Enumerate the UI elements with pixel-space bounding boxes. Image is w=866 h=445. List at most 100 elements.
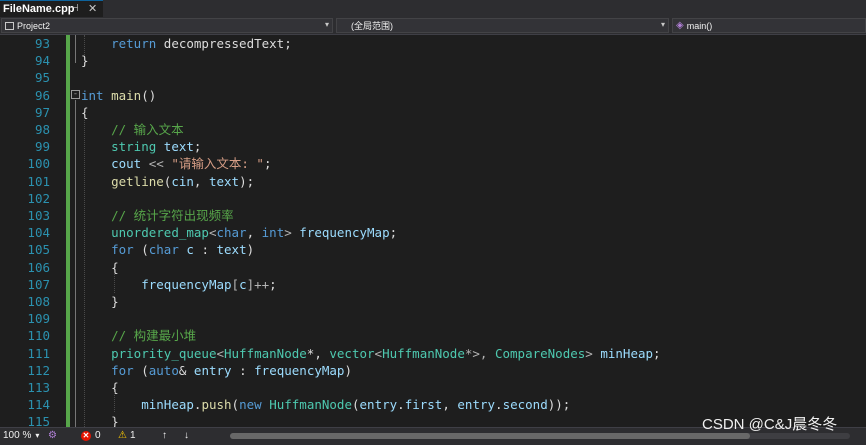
code-text: } [81,413,119,427]
code-line[interactable]: 110 // 构建最小堆 [0,327,866,344]
close-icon[interactable]: ✕ [88,2,97,15]
code-editor[interactable]: 93 return decompressedText; 94} 95 96 int ma… [0,35,866,427]
zoom-dropdown[interactable]: 100 % ▾ [3,430,39,441]
code-token: entry [457,397,496,413]
code-token: ( [231,397,240,413]
code-line[interactable]: 101 getline(cin, text); [0,173,866,190]
code-line[interactable]: 109 [0,310,866,327]
indent-guide [84,35,85,55]
code-token: HuffmanNode [269,397,352,413]
code-token: minHeap [600,345,654,361]
chevron-down-icon: ▾ [324,20,329,29]
zoom-level: 100 % [3,430,32,441]
code-token: ; [653,345,661,361]
code-text: { [81,104,89,121]
code-token: ; [193,139,202,155]
line-number: 108 [27,294,50,309]
code-text: for (auto& entry : frequencyMap) [81,362,352,379]
code-line[interactable]: 94} [0,52,866,69]
code-line[interactable]: 111 priority_queue<HuffmanNode*, vector<… [0,345,866,362]
code-line[interactable]: 106 { [0,259,866,276]
code-token: push [201,397,232,413]
pin-icon[interactable]: ⊣ [70,3,79,14]
code-line[interactable]: 102 [0,190,866,207]
code-token: } [81,53,89,69]
line-number: 101 [27,173,50,189]
code-token: char [148,242,179,258]
code-token: ; [263,156,272,172]
line-number: 103 [27,208,50,223]
code-token: HuffmanNode [382,345,465,361]
code-line[interactable]: 112 for (auto& entry : frequencyMap) [0,362,866,379]
code-line[interactable]: 114 minHeap.push(new HuffmanNode(entry.f… [0,396,866,413]
code-line[interactable]: 104 unordered_map<char, int> frequencyMa… [0,224,866,241]
next-issue-button[interactable]: ↓ [184,430,189,441]
code-token: *>, [464,345,495,361]
code-token: ]++ [246,276,270,292]
error-icon: ✕ [81,430,91,441]
code-token: main [111,87,142,103]
code-line[interactable]: 96 int main() [0,87,866,104]
project-dropdown-value: Project2 [17,20,51,31]
code-line[interactable]: 108 } [0,293,866,310]
arrow-down-icon: ↓ [184,430,189,441]
code-line[interactable]: 95 [0,69,866,86]
code-token: CompareNodes [494,345,586,361]
code-token: decompressedText; [156,36,292,51]
chevron-down-icon: ▾ [660,20,665,29]
code-line[interactable]: 93 return decompressedText; [0,35,866,52]
code-line[interactable]: 105 for (char c : text) [0,241,866,258]
code-token: { [81,104,89,120]
code-line[interactable]: 97 { [0,104,866,121]
code-token: entry [359,397,398,413]
code-text: // 输入文本 [81,121,184,138]
code-line[interactable]: 98 // 输入文本 [0,121,866,138]
code-line[interactable]: 99 string text; [0,138,866,155]
document-tab-strip: FileName.cpp ⊣ ✕ [0,0,866,18]
warnings-indicator[interactable]: ⚠ 1 [118,430,136,441]
errors-indicator[interactable]: ✕ 0 [81,430,101,441]
collapse-main-icon[interactable]: - [71,90,80,99]
warning-count: 1 [129,430,136,441]
code-token: < [374,345,383,361]
code-text: // 统计字符出现频率 [81,207,234,224]
member-dropdown[interactable]: ◈ main() [672,18,866,33]
code-token: } [81,294,119,309]
scope-dropdown[interactable]: (全局范围) ▾ [336,18,669,33]
watermark: CSDN @C&J晨冬冬 [702,416,838,433]
tab-filename-cpp[interactable]: FileName.cpp ⊣ ✕ [0,0,103,17]
code-line[interactable]: 103 // 统计字符出现频率 [0,207,866,224]
chevron-down-icon: ▾ [35,431,40,440]
code-token: char [216,225,247,241]
code-token: for [111,242,134,258]
line-number: 105 [27,242,50,258]
code-line[interactable]: 107 frequencyMap[c]++; [0,276,866,293]
previous-issue-button[interactable]: ↑ [162,430,167,441]
code-line[interactable]: 113 { [0,379,866,396]
code-line[interactable]: 100 cout << "请输入文本: "; [0,155,866,172]
code-token: unordered_map [111,225,209,241]
project-dropdown[interactable]: Project2 ▾ [1,18,333,33]
intellisense-icon[interactable]: ⚙ [48,430,57,441]
code-token: frequencyMap [299,225,390,241]
code-text: // 构建最小堆 [81,327,196,344]
code-token: // 构建最小堆 [111,328,197,344]
line-number: 104 [27,225,50,241]
code-token: getline [111,173,164,189]
code-token: second [502,397,548,413]
code-token: return [111,36,157,51]
code-token: , [193,173,209,189]
line-number: 111 [27,345,50,361]
code-text: priority_queue<HuffmanNode*, vector<Huff… [81,345,661,362]
code-token: , [246,225,262,241]
warning-icon: ⚠ [118,430,127,441]
code-token: < [216,345,224,361]
scrollbar-thumb[interactable] [230,433,750,439]
code-text: unordered_map<char, int> frequencyMap; [81,224,397,241]
